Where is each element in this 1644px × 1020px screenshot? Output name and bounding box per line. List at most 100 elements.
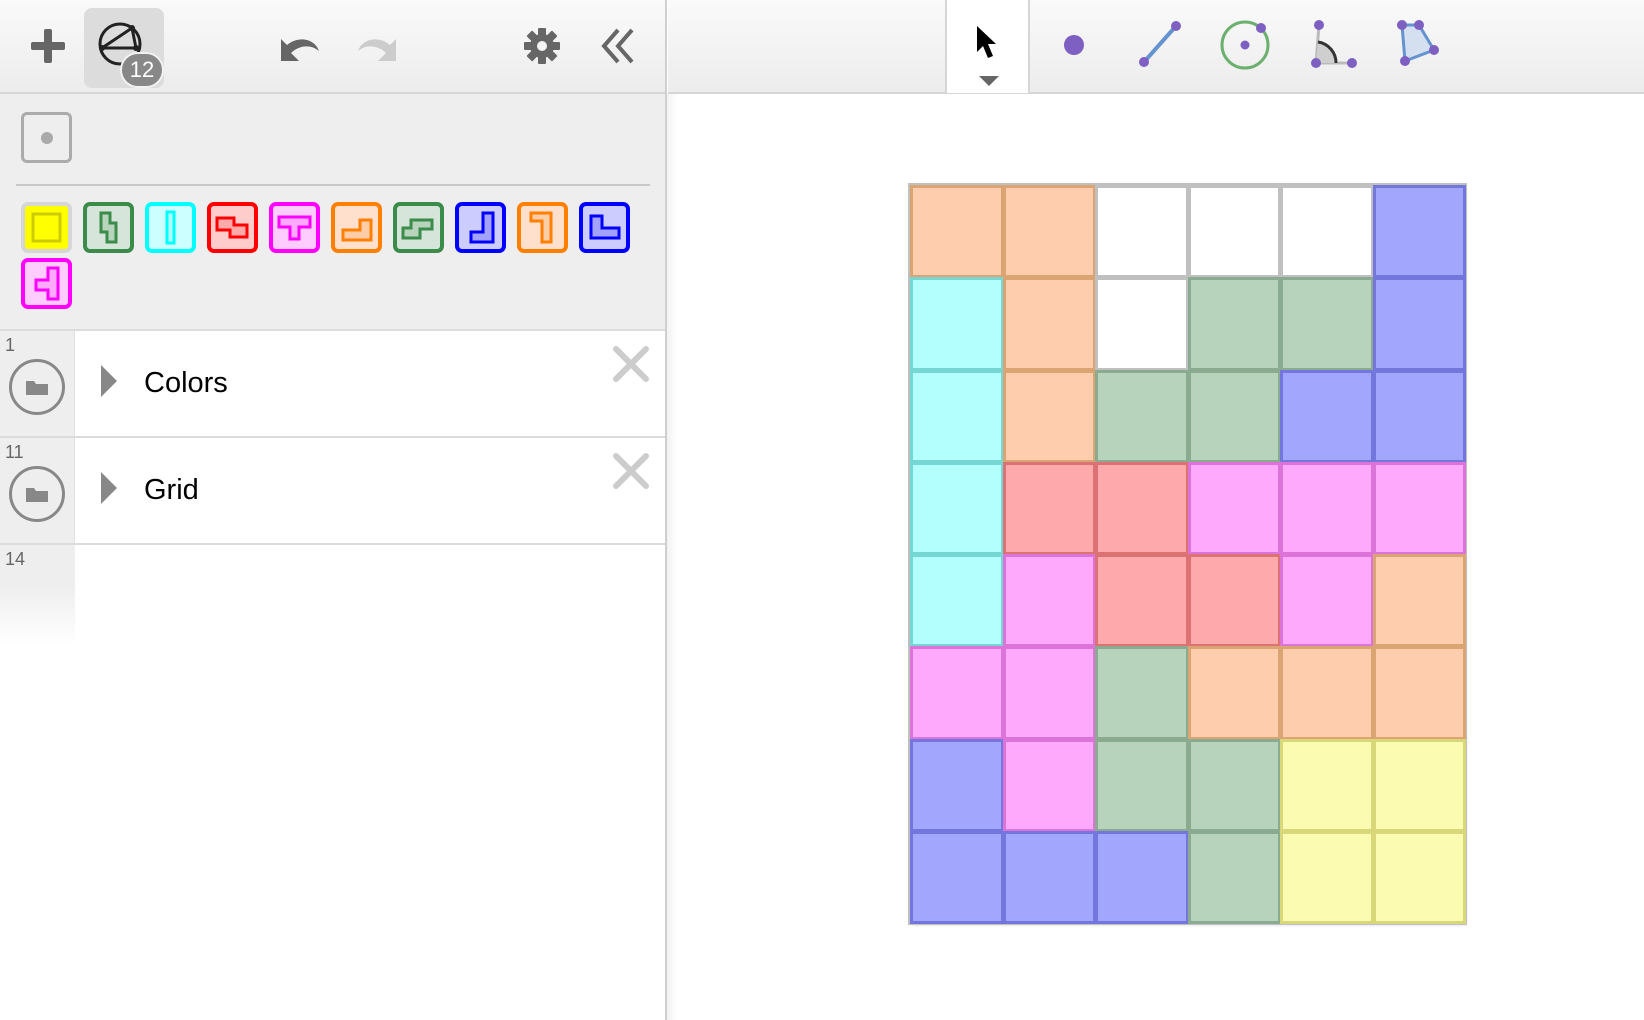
board-cell-blue[interactable] — [1372, 185, 1466, 279]
board-cell-cyan[interactable] — [910, 277, 1004, 371]
tetromino-l2-icon — [529, 211, 553, 244]
folder-icon[interactable] — [9, 466, 65, 522]
board-cell-orange[interactable] — [1372, 646, 1466, 740]
point-icon — [1064, 35, 1084, 55]
algebra-row-grid[interactable]: 11 Grid — [0, 436, 665, 543]
expand-arrow-icon[interactable] — [101, 472, 117, 504]
close-icon[interactable] — [610, 450, 652, 492]
palette-piece-t[interactable] — [269, 202, 320, 253]
board-cell-red[interactable] — [1002, 461, 1096, 555]
board-cell-green[interactable] — [1095, 738, 1189, 832]
palette-piece-l[interactable] — [331, 202, 382, 253]
board-cell-orange[interactable] — [1002, 369, 1096, 463]
close-icon[interactable] — [610, 343, 652, 385]
board-cell-cyan[interactable] — [910, 369, 1004, 463]
collapse-panel-button[interactable] — [594, 22, 642, 70]
board-cell-blue[interactable] — [1002, 830, 1096, 924]
board-cell-red[interactable] — [1187, 554, 1281, 648]
board-cell-orange[interactable] — [1002, 277, 1096, 371]
palette-piece-t2[interactable] — [21, 258, 72, 309]
palette-piece-l2[interactable] — [517, 202, 568, 253]
folder-icon[interactable] — [9, 359, 65, 415]
palette-piece-s[interactable] — [83, 202, 134, 253]
board-cell-cyan[interactable] — [910, 554, 1004, 648]
algebra-input-row[interactable]: 14 — [0, 543, 665, 645]
tool-move[interactable] — [945, 0, 1030, 93]
tetromino-l-icon — [341, 218, 373, 242]
board-cell-red[interactable] — [1095, 554, 1189, 648]
tetromino-board[interactable] — [910, 185, 1466, 924]
board-cell-magenta[interactable] — [1002, 646, 1096, 740]
tetromino-s2-icon — [401, 218, 434, 240]
tool-circle[interactable] — [1205, 8, 1285, 84]
board-cell-magenta[interactable] — [1280, 554, 1374, 648]
board-cell-magenta[interactable] — [1372, 461, 1466, 555]
board-cell-empty[interactable] — [1280, 185, 1374, 279]
tetromino-z-icon — [215, 216, 249, 239]
undo-button[interactable] — [276, 22, 324, 70]
board-cell-blue[interactable] — [1095, 830, 1189, 924]
board-cell-green[interactable] — [1187, 830, 1281, 924]
board-cell-green[interactable] — [1187, 369, 1281, 463]
tetromino-i-icon — [165, 210, 176, 245]
board-cell-red[interactable] — [1095, 461, 1189, 555]
board-cell-cyan[interactable] — [910, 461, 1004, 555]
add-button[interactable] — [24, 22, 72, 70]
board-cell-orange[interactable] — [1002, 185, 1096, 279]
tetromino-j-icon — [469, 211, 495, 244]
tool-segment[interactable] — [1120, 8, 1200, 84]
board-cell-magenta[interactable] — [1002, 738, 1096, 832]
row-gutter: 11 — [0, 438, 75, 543]
tool-angle[interactable] — [1292, 8, 1372, 84]
palette-piece-j2[interactable] — [579, 202, 630, 253]
board-cell-green[interactable] — [1095, 646, 1189, 740]
board-cell-blue[interactable] — [910, 830, 1004, 924]
board-cell-magenta[interactable] — [1187, 461, 1281, 555]
tool-point[interactable] — [1034, 8, 1114, 84]
chevron-down-icon[interactable] — [977, 74, 1001, 88]
board-cell-green[interactable] — [1280, 277, 1374, 371]
angle-icon — [1311, 20, 1357, 68]
board-cell-blue[interactable] — [1280, 369, 1374, 463]
settings-button[interactable] — [518, 22, 566, 70]
board-cell-yellow[interactable] — [1372, 830, 1466, 924]
board-cell-yellow[interactable] — [1280, 738, 1374, 832]
board-cell-empty[interactable] — [1187, 185, 1281, 279]
tetromino-t-icon — [277, 215, 312, 241]
tool-polygon[interactable] — [1378, 8, 1458, 84]
board-cell-blue[interactable] — [1372, 369, 1466, 463]
checkbox[interactable] — [21, 112, 72, 163]
board-cell-magenta[interactable] — [1002, 554, 1096, 648]
palette-piece-z[interactable] — [207, 202, 258, 253]
arrow-cursor-icon — [977, 26, 996, 58]
palette-piece-j[interactable] — [455, 202, 506, 253]
board-cell-magenta[interactable] — [910, 646, 1004, 740]
algebra-input[interactable] — [80, 549, 650, 639]
board-cell-magenta[interactable] — [1280, 461, 1374, 555]
palette-piece-i[interactable] — [145, 202, 196, 253]
algebra-row-colors[interactable]: 1 Colors — [0, 329, 665, 436]
palette-piece-s2[interactable] — [393, 202, 444, 253]
board-cell-blue[interactable] — [910, 738, 1004, 832]
board-cell-empty[interactable] — [1095, 277, 1189, 371]
tools-count-badge: 12 — [120, 52, 164, 88]
board-cell-orange[interactable] — [1372, 554, 1466, 648]
board-cell-yellow[interactable] — [1280, 830, 1374, 924]
row-number: 1 — [5, 335, 16, 355]
board-cell-green[interactable] — [1187, 738, 1281, 832]
board-cell-orange[interactable] — [1280, 646, 1374, 740]
board-cell-orange[interactable] — [910, 185, 1004, 279]
board-cell-orange[interactable] — [1187, 646, 1281, 740]
board-cell-blue[interactable] — [1372, 277, 1466, 371]
board-cell-green[interactable] — [1095, 369, 1189, 463]
redo-button[interactable] — [353, 22, 401, 70]
expand-arrow-icon[interactable] — [101, 365, 117, 397]
row-gutter: 1 — [0, 331, 75, 436]
board-cell-green[interactable] — [1187, 277, 1281, 371]
tetromino-o-icon — [31, 212, 62, 243]
row-label: Colors — [144, 367, 228, 399]
palette-piece-o[interactable] — [21, 202, 72, 253]
board-cell-yellow[interactable] — [1372, 738, 1466, 832]
row-number: 14 — [5, 549, 26, 569]
board-cell-empty[interactable] — [1095, 185, 1189, 279]
